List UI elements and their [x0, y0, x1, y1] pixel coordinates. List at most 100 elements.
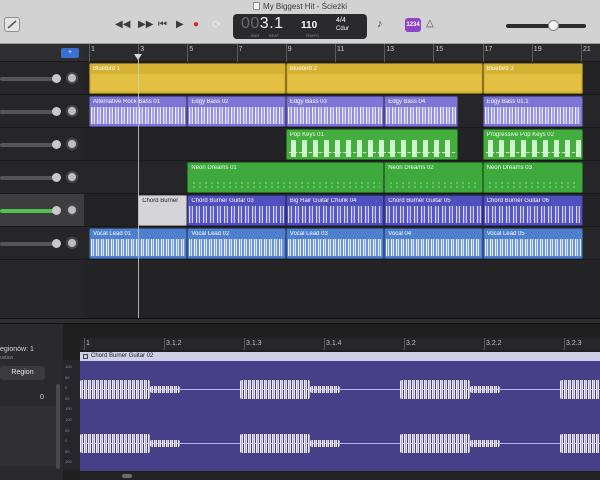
add-track-button[interactable]: + — [61, 48, 79, 58]
region-content — [386, 173, 481, 190]
track-volume-knob[interactable] — [52, 107, 61, 116]
track-pan-knob[interactable] — [66, 204, 78, 216]
tab-region[interactable]: Region — [0, 366, 45, 380]
region-vocal[interactable]: Vocal Lead 02 — [187, 228, 286, 259]
region-guitar[interactable]: Big Hair Guitar Chunk 04 — [285, 195, 385, 226]
metronome-icon[interactable]: △ — [426, 18, 434, 29]
region-vocal[interactable]: Vocal 04 — [384, 228, 483, 259]
ruler-tickline — [335, 44, 336, 62]
region-content — [189, 173, 383, 190]
region-drum[interactable]: Bluebird 2 — [285, 63, 483, 94]
midi-notes — [288, 152, 455, 153]
region-content — [386, 107, 456, 124]
tracks-area[interactable]: Bluebird 1 Bluebird 2 Bluebird 3 Alternativ… — [84, 62, 600, 318]
track-pan-knob[interactable] — [66, 171, 78, 183]
lcd-display[interactable]: 003.1 BAR BEAT 110 TEMPO 4/4 Cdur — [233, 14, 367, 39]
region-vocal[interactable]: Vocal Lead 05 — [482, 228, 584, 259]
track-volume-slider[interactable] — [0, 176, 60, 180]
region-bass[interactable]: Edgy Bass 01.1 — [482, 96, 584, 127]
ruler-bar-label: 15 — [435, 46, 444, 53]
editor-ruler-tickline — [84, 338, 85, 350]
track-header-drum[interactable] — [0, 62, 84, 95]
ruler-tickline — [285, 44, 287, 62]
window-title: My Biggest Hit - Ścieżki — [0, 2, 600, 11]
editor-ruler-label: 1 — [86, 340, 90, 347]
track-header-strings[interactable] — [0, 161, 84, 194]
editor-scroll-thumb[interactable] — [122, 474, 132, 478]
region-guitar[interactable]: Chord Burner Guitar 06 — [482, 195, 584, 226]
count-in-button[interactable]: 1234 — [405, 18, 421, 32]
tuner-icon[interactable]: ♪ — [377, 18, 383, 30]
record-button[interactable]: ● — [193, 19, 199, 31]
track-volume-slider[interactable] — [0, 242, 60, 246]
region-name: Pop Keys 01 — [289, 132, 324, 138]
region-content — [189, 107, 284, 124]
editor-divider[interactable] — [0, 318, 600, 324]
play-button[interactable]: ▶ — [176, 19, 184, 31]
editor-ruler[interactable]: 1 3.1.2 3.1.3 3.1.4 3.2 3.2.2 3.2.3 — [80, 338, 600, 350]
region-content — [287, 239, 383, 256]
editor-region-name: Chord Burner Guitar 02 — [91, 353, 154, 359]
cycle-button[interactable]: ⟳ — [212, 19, 221, 31]
region-name: Progressive Pop Keys 02 — [486, 132, 554, 138]
track-pan-knob[interactable] — [66, 105, 78, 117]
amplitude-label: 50 — [65, 448, 70, 454]
track-volume-knob[interactable] — [52, 239, 61, 248]
track-volume-knob[interactable] — [52, 140, 61, 149]
master-volume-slider[interactable] — [506, 24, 586, 28]
region-content — [287, 74, 481, 91]
master-volume-knob[interactable] — [548, 20, 559, 31]
timeline-ruler[interactable]: 1 3 5 7 9 11 13 15 17 19 21 — [84, 44, 600, 62]
midi-notes — [486, 159, 581, 160]
track-volume-knob[interactable] — [52, 74, 61, 83]
editor-ruler-label: 3.2.2 — [486, 340, 502, 347]
region-drum[interactable]: Bluebird 1 — [89, 63, 286, 94]
region-guitar[interactable]: Chord Burner — [138, 195, 188, 226]
track-volume-slider[interactable] — [0, 209, 60, 213]
track-pan-knob[interactable] — [66, 72, 78, 84]
region-name: Edgy Bass 04 — [388, 99, 426, 105]
ruler-tickline — [187, 44, 189, 62]
go-to-start-button[interactable]: ⏮ — [158, 19, 167, 31]
track-pan-knob[interactable] — [66, 237, 78, 249]
fast-forward-button[interactable]: ▶▶ — [138, 19, 153, 31]
track-header-vocal[interactable] — [0, 227, 84, 260]
amplitude-label: 50 — [65, 395, 70, 401]
region-strings[interactable]: Neon Dreams 03 — [482, 162, 584, 193]
editor-waveform[interactable] — [80, 361, 600, 471]
region-checkbox-icon — [83, 354, 88, 359]
waveform-decay — [310, 440, 340, 447]
inspector-scrollbar[interactable] — [56, 384, 60, 469]
waveform-decay — [470, 386, 500, 393]
region-guitar[interactable]: Chord Burner Guitar 05 — [384, 195, 483, 226]
waveform-transient — [240, 434, 310, 453]
track-volume-knob[interactable] — [52, 173, 61, 182]
track-header-bass[interactable] — [0, 95, 84, 128]
region-strings[interactable]: Neon Dreams 02 — [384, 162, 483, 193]
track-header-keys[interactable] — [0, 128, 84, 161]
region-strings[interactable]: Neon Dreams 01 — [187, 162, 385, 193]
editor-region-header[interactable]: Chord Burner Guitar 02 — [80, 352, 600, 361]
rewind-button[interactable]: ◀◀ — [115, 19, 130, 31]
region-guitar[interactable]: Chord Burner Guitar 03 — [187, 195, 286, 226]
region-bass[interactable]: Edgy Bass 04 — [384, 96, 458, 127]
region-vocal[interactable]: Vocal Lead 03 — [285, 228, 385, 259]
track-volume-slider[interactable] — [0, 110, 60, 114]
ruler-bar-label: 21 — [583, 46, 591, 53]
region-drum[interactable]: Bluebird 3 — [482, 63, 584, 94]
region-bass[interactable]: Edgy Bass 02 — [187, 96, 286, 127]
editors-button[interactable] — [4, 17, 20, 32]
editor-horizontal-scrollbar[interactable] — [80, 472, 600, 480]
track-pan-knob[interactable] — [66, 138, 78, 150]
region-bass[interactable]: Edgy Bass 03 — [285, 96, 385, 127]
track-volume-slider[interactable] — [0, 77, 60, 81]
track-volume-knob[interactable] — [52, 206, 61, 215]
region-keys[interactable]: Progressive Pop Keys 02 — [482, 129, 584, 160]
region-name: Chord Burner Guitar 06 — [486, 198, 549, 204]
track-volume-slider[interactable] — [0, 143, 60, 147]
lcd-bar-label: BAR — [251, 33, 260, 38]
region-keys[interactable]: Pop Keys 01 — [285, 129, 458, 160]
region-content — [484, 206, 582, 223]
region-name: Edgy Bass 01.1 — [486, 99, 529, 105]
track-header-guitar[interactable] — [0, 194, 84, 227]
